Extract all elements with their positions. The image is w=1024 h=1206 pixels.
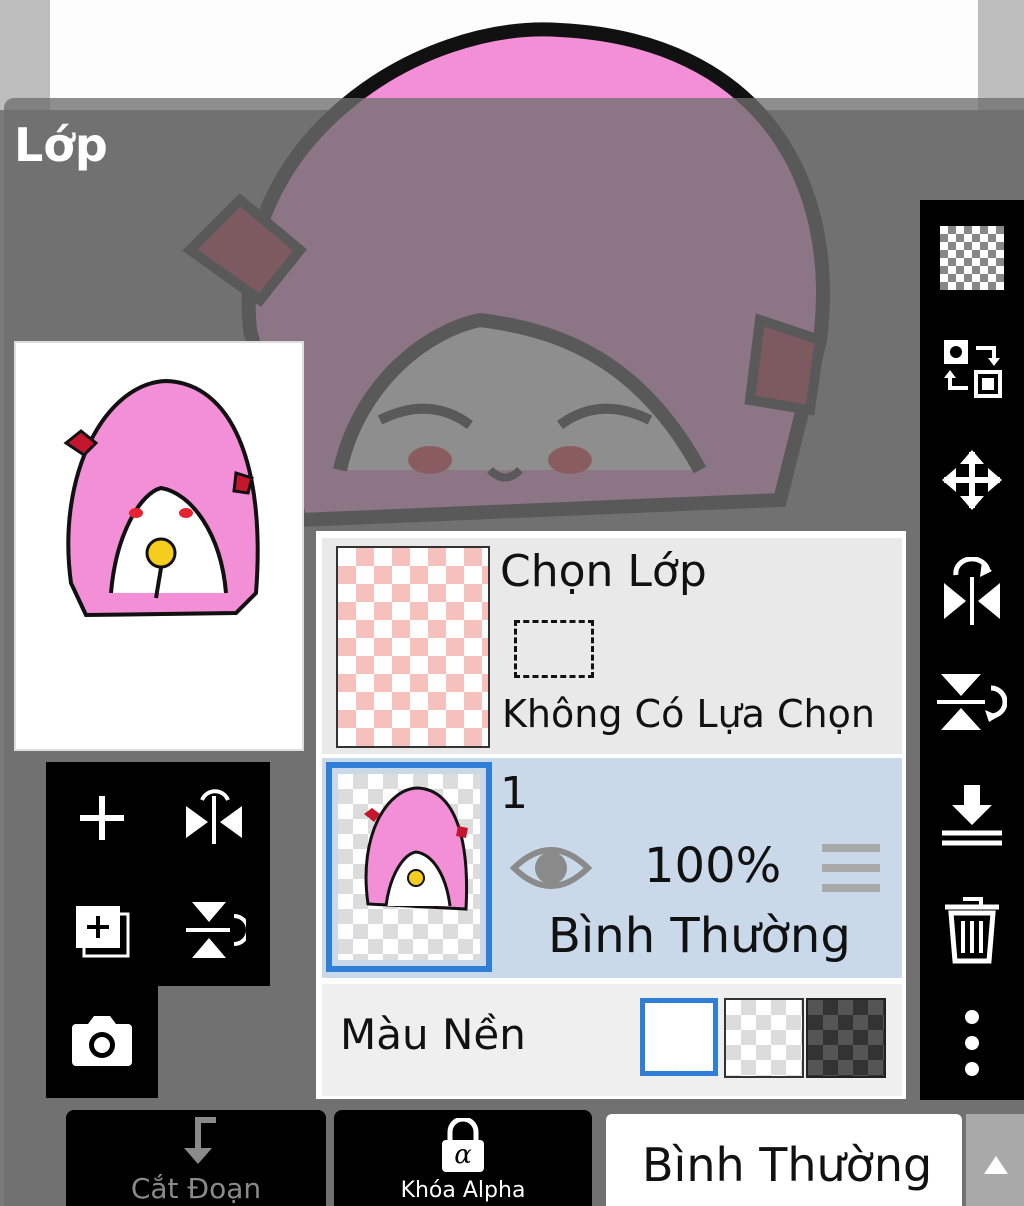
more-options-button[interactable]: [920, 992, 1024, 1092]
background-transparent-option[interactable]: [724, 998, 804, 1078]
alpha-symbol: α: [454, 1140, 472, 1170]
clipping-button[interactable]: Cắt Đoạn: [66, 1110, 326, 1206]
layer-blend-mode: Bình Thường: [548, 908, 851, 964]
layer-thumbnail-artwork: [364, 786, 469, 911]
visibility-toggle[interactable]: [509, 838, 593, 902]
layer-number: 1: [500, 768, 528, 819]
layer-opacity[interactable]: 100%: [644, 838, 781, 894]
layer-thumbnail: [338, 774, 480, 960]
panel-title: Lớp: [14, 118, 108, 172]
layer-reorder-handle[interactable]: [822, 842, 880, 898]
camera-button[interactable]: [56, 996, 148, 1088]
flip-vertical-button[interactable]: [168, 884, 260, 976]
transparency-checker-icon: [940, 226, 1004, 290]
preview-artwork: [63, 378, 260, 618]
background-white-option[interactable]: [640, 998, 718, 1076]
eye-icon: [509, 847, 593, 889]
add-layer-button[interactable]: [56, 772, 148, 864]
selection-marquee-icon: [514, 620, 594, 678]
rotate-flip-icon: [944, 557, 1000, 625]
swap-layers-icon: [944, 340, 1002, 398]
drag-handle-icon: [822, 844, 880, 892]
flip-horizontal-icon: [186, 789, 242, 844]
flip-vertical-icon: [186, 902, 246, 958]
flip-horizontal-button[interactable]: [168, 772, 260, 864]
flip-rotate-vertical-icon: [937, 674, 1007, 730]
alpha-lock-label: Khóa Alpha: [400, 1178, 526, 1203]
move-button[interactable]: [920, 430, 1024, 530]
clipping-label: Cắt Đoạn: [130, 1172, 262, 1205]
more-vertical-icon: [965, 1010, 979, 1076]
app-screen: Lớp Chọn Lớp Không Có Lựa Chọn 1 100% Bì…: [0, 0, 1024, 1206]
move-icon: [942, 450, 1002, 510]
blend-mode-selector[interactable]: Bình Thường: [606, 1114, 962, 1206]
canvas-preview[interactable]: [14, 341, 304, 751]
arrow-down-turn-icon: [184, 1117, 216, 1164]
transparency-button[interactable]: [920, 208, 1024, 308]
merge-down-icon: [942, 785, 1002, 846]
merge-down-button[interactable]: [920, 766, 1024, 866]
swap-layers-button[interactable]: [920, 318, 1024, 418]
add-copy-layer-button[interactable]: [56, 884, 148, 976]
flip-rotate-vertical-button[interactable]: [920, 652, 1024, 752]
alpha-lock-button[interactable]: α Khóa Alpha: [334, 1110, 592, 1206]
trash-icon: [945, 897, 999, 964]
selection-layer-title: Chọn Lớp: [500, 546, 707, 597]
triangle-up-icon: [984, 1156, 1008, 1174]
add-layer-icon: [80, 796, 124, 840]
camera-icon: [72, 1016, 132, 1066]
selection-layer-thumbnail: [336, 546, 490, 748]
selection-status: Không Có Lựa Chọn: [502, 692, 875, 736]
expand-button[interactable]: [966, 1114, 1024, 1206]
right-toolbar: [920, 200, 1024, 1100]
background-color-label: Màu Nền: [340, 1010, 526, 1059]
blend-mode-value: Bình Thường: [642, 1138, 933, 1192]
layer-thumbnail-frame[interactable]: [326, 762, 492, 972]
rotate-flip-button[interactable]: [920, 542, 1024, 642]
background-dark-option[interactable]: [806, 998, 886, 1078]
delete-layer-button[interactable]: [920, 880, 1024, 980]
add-copy-layer-icon: [76, 906, 130, 958]
